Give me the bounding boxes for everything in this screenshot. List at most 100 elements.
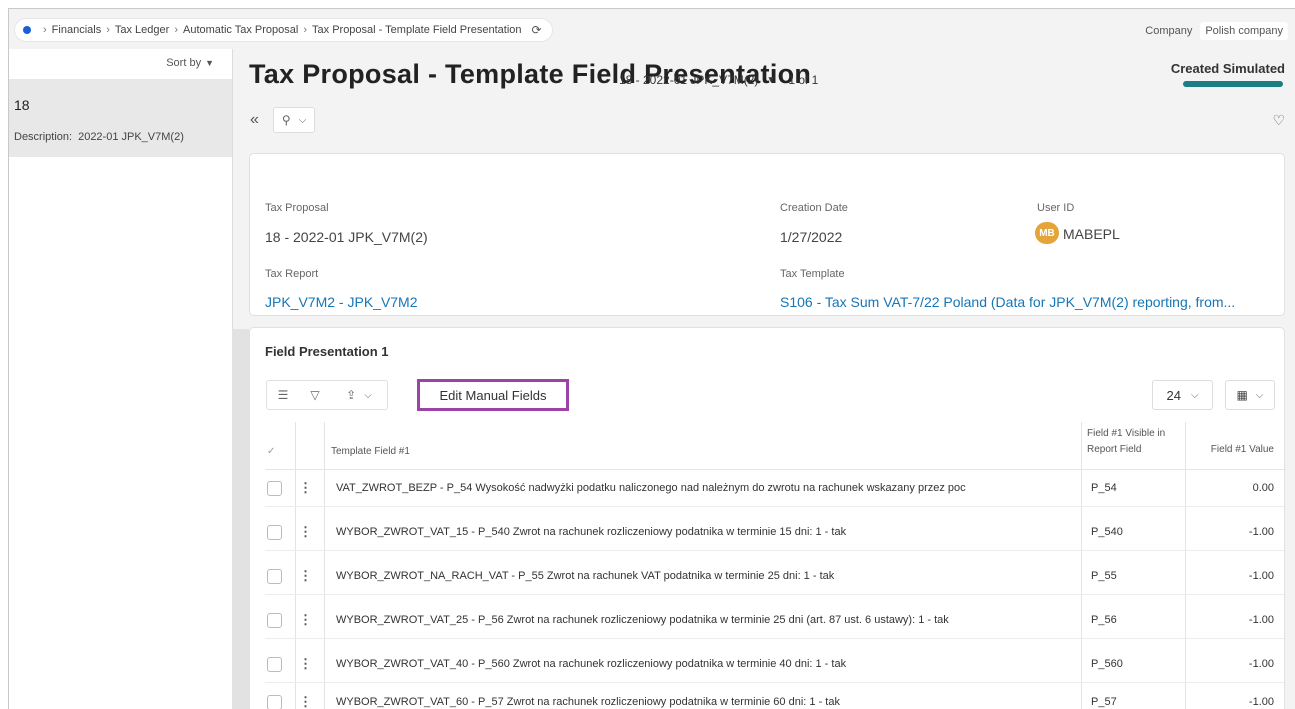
cell-template-field: WYBOR_ZWROT_VAT_40 - P_560 Zwrot na rach… (336, 658, 847, 670)
tax-report-label: Tax Report (265, 268, 319, 280)
record-selector[interactable]: 18 - 2022-01 JPK_V7M(2) ▼ 1 of 1 (619, 73, 818, 87)
cell-report-field: P_57 (1091, 696, 1117, 708)
chevron-down-icon: ⌵ (298, 114, 307, 126)
top-bar: › Financials › Tax Ledger › Automatic Ta… (9, 9, 1295, 49)
table-row[interactable]: ⋮ VAT_ZWROT_BEZP - P_54 Wysokość nadwyżk… (265, 471, 1286, 507)
cell-template-field: VAT_ZWROT_BEZP - P_54 Wysokość nadwyżki … (336, 482, 966, 494)
table-row[interactable]: ⋮ WYBOR_ZWROT_VAT_15 - P_540 Zwrot na ra… (265, 515, 1286, 551)
cell-report-field: P_560 (1091, 658, 1123, 670)
row-checkbox[interactable] (267, 613, 282, 628)
column-header-visible-in-report-line2[interactable]: Report Field (1087, 444, 1141, 455)
record-list-panel: Sort by ▼ 18 Description: 2022-01 JPK_V7M(… (9, 49, 232, 709)
export-icon: ⇪ (346, 388, 357, 402)
panel-gutter (232, 329, 249, 709)
column-header-visible-in-report-line1[interactable]: Field #1 Visible in (1087, 428, 1165, 439)
row-menu-icon[interactable]: ⋮ (299, 694, 312, 709)
list-item-description: Description: 2022-01 JPK_V7M(2) (14, 131, 184, 143)
chevron-down-icon: ⌵ (1190, 389, 1199, 401)
chevron-down-icon: ⌵ (364, 389, 372, 401)
list-settings-icon[interactable]: ☰ (267, 381, 299, 409)
column-header-value[interactable]: Field #1 Value (1211, 444, 1274, 455)
cell-template-field: WYBOR_ZWROT_VAT_25 - P_56 Zwrot na rachu… (336, 614, 949, 626)
page-toolbar: « ⚲ ⌵ (250, 107, 316, 133)
creation-date-value: 1/27/2022 (780, 229, 843, 245)
row-menu-icon[interactable]: ⋮ (299, 568, 312, 584)
cell-value: -1.00 (1248, 570, 1274, 582)
page-size-select[interactable]: 24 ⌵ (1152, 380, 1213, 410)
sort-by-label: Sort by (166, 57, 202, 69)
description-label: Description: (14, 131, 73, 143)
edit-manual-fields-button[interactable]: Edit Manual Fields (417, 379, 569, 411)
home-icon[interactable] (23, 26, 31, 34)
avatar: MB (1035, 222, 1059, 244)
chevron-right-icon: › (43, 24, 47, 36)
list-item[interactable]: 18 Description: 2022-01 JPK_V7M(2) (9, 79, 232, 157)
table-header: ✓ Template Field #1 Field #1 Visible in … (265, 422, 1286, 470)
table-icon: ▦ (1236, 388, 1248, 402)
row-checkbox[interactable] (267, 481, 282, 496)
tax-template-label: Tax Template (780, 268, 845, 280)
tax-report-link[interactable]: JPK_V7M2 - JPK_V7M2 (265, 294, 418, 310)
refresh-icon[interactable]: ⟳ (532, 23, 542, 37)
status-label: Created Simulated (1170, 61, 1285, 76)
cell-template-field: WYBOR_ZWROT_VAT_60 - P_57 Zwrot na rachu… (336, 696, 840, 708)
column-chooser-button[interactable]: ▦ ⌵ (1225, 380, 1275, 410)
record-count: 1 of 1 (788, 73, 819, 87)
row-checkbox[interactable] (267, 657, 282, 672)
company-value[interactable]: Polish company (1200, 22, 1288, 40)
breadcrumb-item-current: Tax Proposal - Template Field Presentati… (312, 24, 522, 36)
filter-icon[interactable]: ▽ (299, 381, 331, 409)
caret-down-icon[interactable]: ▼ (766, 75, 776, 86)
status-progress-bar (1183, 81, 1283, 87)
table-row[interactable]: ⋮ WYBOR_ZWROT_NA_RACH_VAT - P_55 Zwrot n… (265, 559, 1286, 595)
description-value: 2022-01 JPK_V7M(2) (78, 131, 184, 143)
header-card: Tax Proposal 18 - 2022-01 JPK_V7M(2) Cre… (249, 153, 1285, 316)
row-menu-icon[interactable]: ⋮ (299, 524, 312, 540)
breadcrumb-item-tax-ledger[interactable]: Tax Ledger (115, 24, 169, 36)
tax-template-link[interactable]: S106 - Tax Sum VAT-7/22 Poland (Data for… (780, 294, 1280, 310)
table-row[interactable]: ⋮ WYBOR_ZWROT_VAT_40 - P_560 Zwrot na ra… (265, 647, 1286, 683)
select-all-checkbox[interactable]: ✓ (267, 446, 275, 457)
row-checkbox[interactable] (267, 525, 282, 540)
breadcrumb-item-automatic-tax-proposal[interactable]: Automatic Tax Proposal (183, 24, 298, 36)
row-checkbox[interactable] (267, 695, 282, 709)
row-menu-icon[interactable]: ⋮ (299, 656, 312, 672)
chevron-right-icon: › (106, 24, 110, 36)
table-row[interactable]: ⋮ WYBOR_ZWROT_VAT_25 - P_56 Zwrot na rac… (265, 603, 1286, 639)
cell-value: -1.00 (1248, 658, 1274, 670)
row-checkbox[interactable] (267, 569, 282, 584)
field-presentation-grid: Field Presentation 1 ☰ ▽ ⇪ ⌵ Edit Manual … (249, 327, 1286, 709)
user-id-label: User ID (1037, 202, 1075, 214)
cell-template-field: WYBOR_ZWROT_NA_RACH_VAT - P_55 Zwrot na … (336, 570, 835, 582)
cell-report-field: P_540 (1091, 526, 1123, 538)
company-label: Company (1145, 25, 1193, 37)
table-row[interactable]: ⋮ WYBOR_ZWROT_VAT_60 - P_57 Zwrot na rac… (265, 685, 1286, 709)
row-menu-icon[interactable]: ⋮ (299, 480, 312, 496)
grid-toolbar: ☰ ▽ ⇪ ⌵ (266, 380, 388, 410)
chevron-right-icon: › (303, 24, 308, 36)
caret-down-icon: ▼ (205, 58, 214, 68)
breadcrumb-item-financials[interactable]: Financials (52, 24, 102, 36)
column-header-template-field[interactable]: Template Field #1 (331, 446, 410, 457)
app-frame: › Financials › Tax Ledger › Automatic Ta… (8, 8, 1295, 709)
row-menu-icon[interactable]: ⋮ (299, 612, 312, 628)
attachments-menu-button[interactable]: ⚲ ⌵ (272, 107, 316, 133)
tax-proposal-label: Tax Proposal (265, 202, 329, 214)
cell-report-field: P_54 (1091, 482, 1117, 494)
company-selector[interactable]: Company Polish company (1145, 22, 1288, 40)
cell-template-field: WYBOR_ZWROT_VAT_15 - P_540 Zwrot na rach… (336, 526, 847, 538)
cell-value: 0.00 (1252, 482, 1274, 494)
export-menu-button[interactable]: ⇪ ⌵ (331, 381, 387, 409)
record-name: 18 - 2022-01 JPK_V7M(2) (619, 73, 759, 87)
grid-title: Field Presentation 1 (265, 344, 389, 359)
collapse-panel-icon[interactable]: « (250, 111, 259, 129)
tax-proposal-value: 18 - 2022-01 JPK_V7M(2) (265, 229, 428, 245)
breadcrumb: › Financials › Tax Ledger › Automatic Ta… (15, 19, 552, 41)
pin-icon: ⚲ (281, 113, 291, 127)
cell-report-field: P_55 (1091, 570, 1117, 582)
chevron-down-icon: ⌵ (1255, 389, 1264, 401)
favorite-icon[interactable]: ♡ (1272, 112, 1285, 129)
page-size-value: 24 (1166, 387, 1181, 403)
sort-by-button[interactable]: Sort by ▼ (166, 57, 214, 69)
cell-value: -1.00 (1248, 696, 1274, 708)
